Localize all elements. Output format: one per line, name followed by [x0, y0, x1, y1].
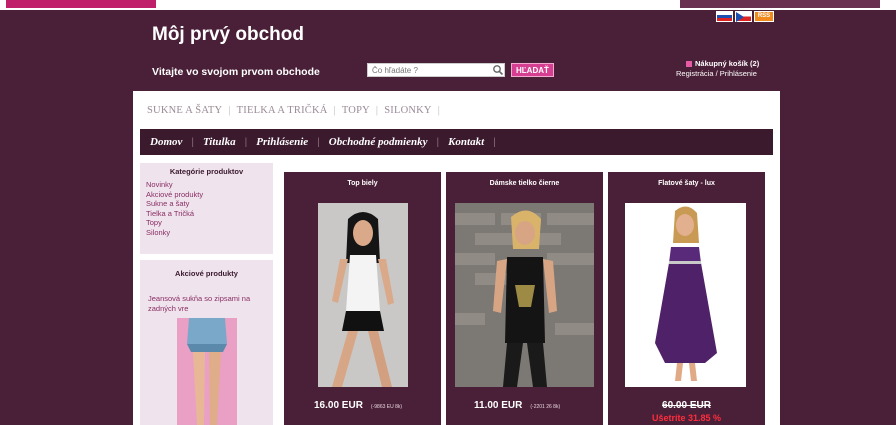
catnav-item-topy[interactable]: TOPY [342, 105, 370, 116]
catnav-separator: | [375, 105, 379, 116]
cz-flag-icon[interactable] [735, 11, 752, 22]
sidebar-item-novinky[interactable]: Novinky [146, 180, 273, 190]
product-discount: Ušetríte 31.85 % [651, 413, 722, 423]
product-name[interactable]: Dámske tielko čierne [446, 172, 603, 187]
nav-separator: | [191, 136, 194, 148]
catnav-separator: | [333, 105, 336, 116]
sidebar-promo: Akciové produkty Jeansová sukňa so zipsa… [140, 260, 273, 425]
sidebar-item-silonky[interactable]: Silonky [146, 228, 273, 238]
search-button[interactable]: HĽADAŤ [511, 63, 554, 77]
top-banner-left [6, 0, 156, 8]
shop-title[interactable]: Môj prvý obchod [152, 24, 304, 46]
product-price-value: 11.00 EUR [474, 400, 523, 411]
nav-separator: | [493, 136, 496, 148]
language-flags: RSS [716, 11, 774, 22]
cart-icon [686, 60, 692, 67]
product-card[interactable]: Top biely 16.00 EUR (-9863 EU 8k) [284, 172, 441, 425]
cart-link[interactable]: Nákupný košík (2) [686, 59, 759, 68]
product-image[interactable] [625, 203, 746, 387]
auth-links[interactable]: Registrácia / Prihlásenie [676, 69, 757, 78]
sidebar-item-akciove[interactable]: Akciové produkty [146, 190, 273, 200]
product-card[interactable]: Flatové šaty - lux 60.00 EUR Ušetríte 31… [608, 172, 765, 425]
search-input[interactable] [367, 63, 505, 77]
product-name[interactable]: Top biely [284, 172, 441, 187]
catnav-separator: | [437, 105, 441, 116]
catnav-item-tielka-a-tricka[interactable]: TIELKA A TRIČKÁ [237, 105, 328, 116]
rss-icon[interactable]: RSS [754, 11, 774, 22]
product-price-value: 16.00 EUR [314, 400, 363, 411]
catnav-item-sukne-a-saty[interactable]: SUKNE A ŠATY [147, 105, 222, 116]
search-icon[interactable] [492, 64, 504, 76]
welcome-text: Vitajte vo svojom prvom obchode [152, 66, 320, 78]
product-code: (-2201 26 8k) [530, 404, 561, 410]
nav-separator: | [436, 136, 440, 148]
sidebar-item-tielka[interactable]: Tielka a Tričká [146, 209, 273, 219]
catnav-separator: | [228, 105, 231, 116]
product-old-price: 60.00 EUR [662, 400, 711, 411]
promo-title: Akciové produkty [175, 269, 238, 278]
nav-item-domov[interactable]: Domov [150, 136, 191, 148]
sidebar-item-sukne[interactable]: Sukne a šaty [146, 199, 273, 209]
cart-label[interactable]: Nákupný košík (2) [695, 59, 759, 68]
main-nav: Domov | Titulka | Prihlásenie | Obchodné… [140, 129, 773, 155]
product-price: 16.00 EUR (-9863 EU 8k) [314, 400, 402, 411]
sidebar-category-list: Novinky Akciové produkty Sukne a šaty Ti… [140, 176, 273, 237]
sidebar-item-topy[interactable]: Topy [146, 218, 273, 228]
product-price: 11.00 EUR (-2201 26 8k) [474, 400, 560, 411]
top-banner-right [680, 0, 880, 8]
product-card[interactable]: Dámske tielko čierne 11.00 EUR (-2201 26 … [446, 172, 603, 425]
product-image[interactable] [455, 203, 594, 387]
nav-item-prihlasenie[interactable]: Prihlásenie [256, 136, 317, 148]
sk-flag-icon[interactable] [716, 11, 733, 22]
promo-product-link[interactable]: Jeansová sukňa so zipsami na zadných vre [140, 278, 273, 314]
product-image[interactable] [318, 203, 408, 387]
nav-separator: | [244, 136, 248, 148]
nav-item-kontakt[interactable]: Kontakt [448, 136, 493, 148]
sidebar-categories: Kategórie produktov Novinky Akciové prod… [140, 163, 273, 254]
product-code: (-9863 EU 8k) [370, 404, 403, 410]
nav-item-titulka[interactable]: Titulka [203, 136, 245, 148]
nav-item-obchodne-podmienky[interactable]: Obchodné podmienky [329, 136, 437, 148]
product-name[interactable]: Flatové šaty - lux [608, 172, 765, 187]
category-nav: SUKNE A ŠATY | TIELKA A TRIČKÁ | TOPY | … [147, 105, 440, 116]
sidebar-categories-title: Kategórie produktov [169, 167, 244, 176]
nav-separator: | [317, 136, 320, 148]
promo-product-image[interactable] [177, 318, 237, 425]
catnav-item-silonky[interactable]: SILONKY [384, 105, 431, 116]
browser-top-strip [0, 0, 896, 10]
